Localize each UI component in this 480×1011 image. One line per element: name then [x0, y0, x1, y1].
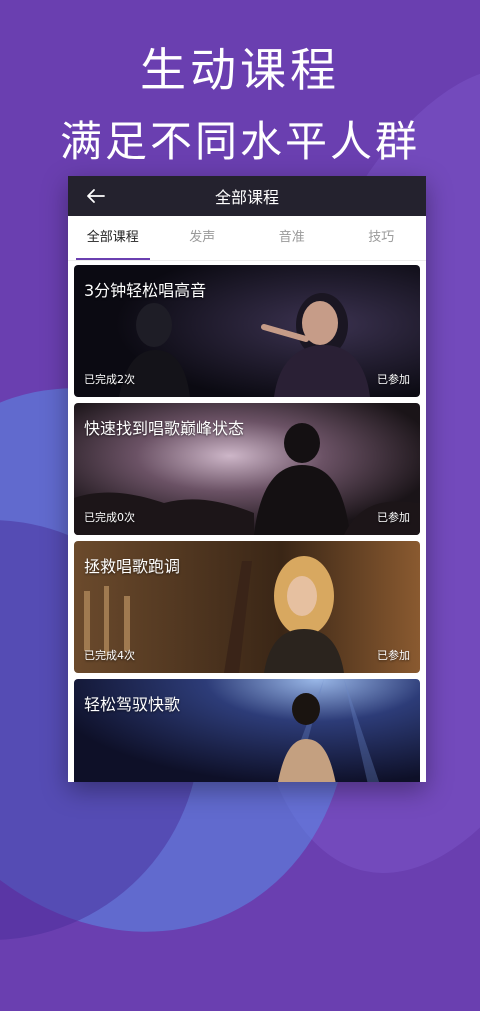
completion-count: 已完成2次 [84, 373, 135, 386]
status-badge: 已参加 [377, 511, 410, 524]
course-title: 拯救唱歌跑调 [84, 557, 181, 576]
tab-technique[interactable]: 技巧 [337, 216, 427, 260]
completion-count: 已完成0次 [84, 511, 135, 524]
course-card[interactable]: 轻松驾驭快歌 [74, 679, 420, 782]
completion-count: 已完成4次 [84, 649, 135, 662]
tab-bar: 全部课程 发声 音准 技巧 [68, 216, 426, 261]
headline-line-2: 满足不同水平人群 [59, 117, 420, 166]
course-title: 3分钟轻松唱高音 [84, 281, 207, 300]
page-title: 全部课程 [214, 188, 279, 207]
course-title: 快速找到唱歌巅峰状态 [84, 419, 245, 438]
status-badge: 已参加 [377, 373, 410, 386]
course-card[interactable]: 3分钟轻松唱高音 已完成2次 已参加 [74, 265, 420, 397]
tab-vocalization[interactable]: 发声 [158, 216, 248, 260]
course-card[interactable]: 快速找到唱歌巅峰状态 已完成0次 已参加 [74, 403, 420, 535]
promo-headline: 生动课程 满足不同水平人群 [0, 34, 480, 169]
back-arrow-icon[interactable] [82, 182, 110, 210]
course-list: 3分钟轻松唱高音 已完成2次 已参加 快速找到唱歌巅峰状态 已完成0次 已参加 [68, 261, 426, 782]
app-bar: 全部课程 [68, 176, 426, 216]
tab-all-courses[interactable]: 全部课程 [68, 216, 158, 260]
course-card[interactable]: 拯救唱歌跑调 已完成4次 已参加 [74, 541, 420, 673]
tab-pitch[interactable]: 音准 [247, 216, 337, 260]
headline-line-1: 生动课程 [140, 43, 340, 97]
app-screen: 全部课程 全部课程 发声 音准 技巧 3分钟轻松唱高音 已完成2次 已参加 快速… [68, 176, 426, 782]
status-badge: 已参加 [377, 649, 410, 662]
course-title: 轻松驾驭快歌 [84, 695, 181, 714]
